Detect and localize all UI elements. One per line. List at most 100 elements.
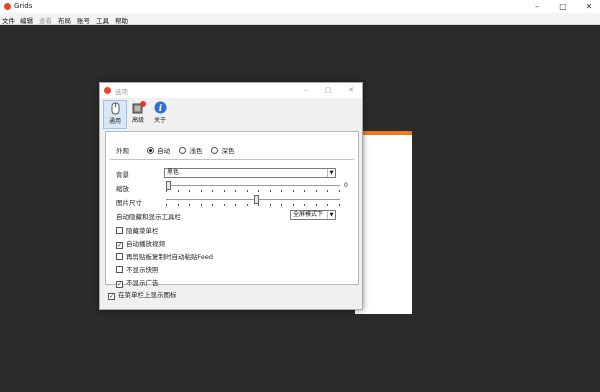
tab-about-label: 关于 <box>153 117 166 124</box>
menu-layout[interactable]: 布局 <box>58 15 71 25</box>
autoplay-video-checkbox[interactable]: ✓ 自动播放视频 <box>116 238 165 249</box>
radio-icon <box>211 147 219 154</box>
slider-tick <box>201 190 202 192</box>
radio-selected-icon <box>147 147 155 154</box>
slider-tick <box>304 190 305 192</box>
slider-tick <box>339 204 340 206</box>
menu-file[interactable]: 文件 <box>2 15 15 25</box>
divider <box>110 159 354 160</box>
settings-icon <box>109 102 122 115</box>
dialog-toolbar: 通用 高级 i 关于 <box>100 98 362 129</box>
slider-tick <box>166 204 167 206</box>
slider-tick <box>178 204 179 206</box>
slider-track <box>166 185 340 186</box>
dialog-app-icon <box>104 87 111 94</box>
menu-edit[interactable]: 编辑 <box>20 15 33 25</box>
hide-menubar-checkbox[interactable]: 隐藏菜单栏 <box>116 225 159 235</box>
dialog-title: 选项 <box>115 88 128 96</box>
slider-tick <box>212 190 213 192</box>
slider-tick <box>270 190 271 192</box>
auto-hide-select[interactable]: 全屏模式下 ▼ <box>290 210 336 220</box>
slider-tick <box>258 190 259 192</box>
dialog-maximize-button[interactable]: □ <box>320 84 336 97</box>
slider-tick <box>293 204 294 206</box>
slider-tick <box>339 190 340 192</box>
menu-view[interactable]: 查看 <box>39 15 52 25</box>
slider-thumb[interactable] <box>254 195 259 204</box>
background-window <box>355 131 412 314</box>
tab-about[interactable]: i 关于 <box>149 100 171 127</box>
slider-tick <box>304 204 305 206</box>
menu-bar: 文件 编辑 查看 布局 账号 工具 帮助 <box>0 13 600 25</box>
chevron-down-icon: ▼ <box>327 169 335 177</box>
radio-icon <box>179 147 187 154</box>
dialog-titlebar: 选项 – □ ✕ <box>100 83 362 98</box>
slider-tick <box>201 204 202 206</box>
maximize-button[interactable]: □ <box>554 0 572 13</box>
zoom-label: 缩放 <box>116 185 129 193</box>
auto-hide-label: 自动隐藏和显示工具栏 <box>116 213 181 221</box>
slider-tick <box>247 190 248 192</box>
chevron-down-icon: ▼ <box>327 211 335 219</box>
menu-tools[interactable]: 工具 <box>96 15 109 25</box>
slider-tick <box>189 204 190 206</box>
checkbox-icon <box>116 227 123 234</box>
slider-tick <box>178 190 179 192</box>
slider-tick <box>281 204 282 206</box>
dialog-close-button[interactable]: ✕ <box>343 84 359 97</box>
slider-tick <box>258 204 259 206</box>
slider-thumb[interactable] <box>166 181 171 190</box>
dialog-minimize-button[interactable]: – <box>298 84 314 97</box>
advanced-icon <box>132 101 146 114</box>
image-size-slider[interactable] <box>166 195 340 206</box>
hide-snapshots-checkbox[interactable]: 不显示快照 <box>116 264 159 274</box>
slider-tick <box>293 190 294 192</box>
tab-advanced[interactable]: 高级 <box>127 100 149 127</box>
appearance-dark-radio[interactable]: 深色 <box>211 147 234 155</box>
window-titlebar: Grids – □ ✕ <box>0 0 600 13</box>
background-select-value: 黑色 <box>167 169 180 176</box>
menu-account[interactable]: 账号 <box>77 15 90 25</box>
tab-general[interactable]: 通用 <box>103 100 127 129</box>
show-menubar-icon-checkbox[interactable]: ✓ 在菜单栏上显示图标 <box>108 289 177 300</box>
options-dialog: 选项 – □ ✕ 通用 高级 i 关于 外观 自动 浅色 深色 背景 黑色 ▼ … <box>99 82 363 310</box>
slider-tick <box>316 190 317 192</box>
slider-tick <box>224 204 225 206</box>
app-logo-icon <box>4 3 11 10</box>
close-button[interactable]: ✕ <box>580 0 598 13</box>
auto-paste-feed-checkbox[interactable]: 再剪贴板复制时自动粘贴Feed <box>116 251 213 261</box>
slider-tick <box>327 204 328 206</box>
appearance-auto-radio[interactable]: 自动 <box>147 147 170 155</box>
background-select[interactable]: 黑色 ▼ <box>164 168 336 178</box>
auto-hide-select-value: 全屏模式下 <box>293 211 324 218</box>
appearance-label: 外观 <box>116 147 129 155</box>
slider-tick <box>189 190 190 192</box>
minimize-button[interactable]: – <box>528 0 546 13</box>
checkbox-icon <box>116 253 123 260</box>
slider-track <box>166 199 340 200</box>
slider-tick <box>212 204 213 206</box>
tab-general-label: 通用 <box>108 118 121 125</box>
menu-help[interactable]: 帮助 <box>115 15 128 25</box>
slider-tick <box>166 190 167 192</box>
slider-tick <box>235 204 236 206</box>
image-size-label: 图片尺寸 <box>116 199 142 207</box>
slider-tick <box>247 204 248 206</box>
general-settings-panel: 外观 自动 浅色 深色 背景 黑色 ▼ 缩放 0 图片尺寸 自动隐藏和显示工具栏… <box>105 131 359 288</box>
window-title: Grids <box>14 2 33 10</box>
slider-tick <box>270 204 271 206</box>
tab-advanced-label: 高级 <box>131 117 144 124</box>
checkbox-checked-icon: ✓ <box>116 242 123 249</box>
slider-tick <box>316 204 317 206</box>
slider-tick <box>235 190 236 192</box>
checkbox-checked-icon: ✓ <box>116 281 123 288</box>
svg-text:i: i <box>158 104 162 114</box>
checkbox-icon <box>116 266 123 273</box>
checkbox-checked-icon: ✓ <box>108 293 115 300</box>
appearance-light-radio[interactable]: 浅色 <box>179 147 202 155</box>
hide-ads-checkbox[interactable]: ✓ 不显示广告 <box>116 277 159 288</box>
zoom-slider[interactable] <box>166 181 340 192</box>
slider-tick <box>224 190 225 192</box>
slider-tick <box>281 190 282 192</box>
slider-tick <box>327 190 328 192</box>
